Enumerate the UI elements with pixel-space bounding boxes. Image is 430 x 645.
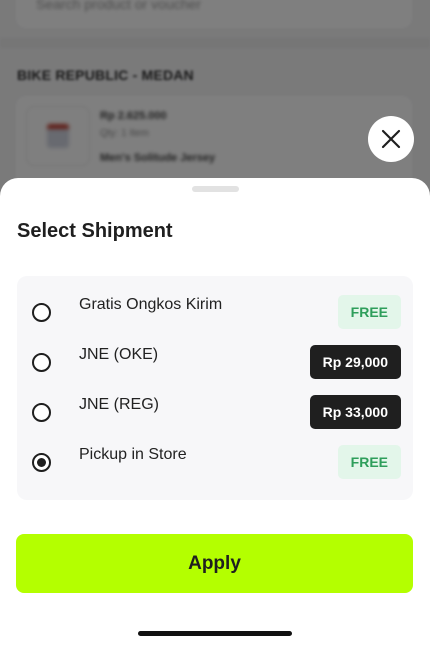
radio-button[interactable] — [32, 303, 51, 322]
option-label: Gratis Ongkos Kirim — [79, 296, 223, 313]
close-icon — [381, 129, 401, 149]
option-label: Pickup in Store — [79, 446, 187, 463]
option-label: JNE (REG) — [79, 396, 159, 413]
option-label: JNE (OKE) — [79, 346, 159, 363]
shipment-option-jne-reg[interactable]: JNE (REG) Rp 33,000 — [17, 376, 413, 429]
shipment-option-gratis-ongkos-kirim[interactable]: Gratis Ongkos Kirim FREE — [17, 276, 413, 329]
price-badge: FREE — [337, 295, 401, 329]
shipment-bottom-sheet: Select Shipment Gratis Ongkos Kirim FREE… — [0, 178, 430, 645]
radio-button[interactable] — [32, 353, 51, 372]
apply-button[interactable]: Apply — [16, 534, 413, 593]
sheet-title: Select Shipment — [17, 220, 173, 242]
shipment-option-pickup-in-store[interactable]: Pickup in Store FREE — [17, 426, 413, 479]
price-badge: Rp 29,000 — [309, 345, 401, 379]
sheet-drag-handle[interactable] — [192, 186, 239, 192]
home-indicator — [138, 631, 292, 636]
close-button[interactable] — [368, 116, 414, 162]
shipment-options-list: Gratis Ongkos Kirim FREE JNE (OKE) Rp 29… — [17, 276, 413, 500]
radio-button-selected[interactable] — [32, 453, 51, 472]
price-badge: Rp 33,000 — [309, 395, 401, 429]
price-badge: FREE — [337, 445, 401, 479]
shipment-option-jne-oke[interactable]: JNE (OKE) Rp 29,000 — [17, 326, 413, 379]
radio-button[interactable] — [32, 403, 51, 422]
